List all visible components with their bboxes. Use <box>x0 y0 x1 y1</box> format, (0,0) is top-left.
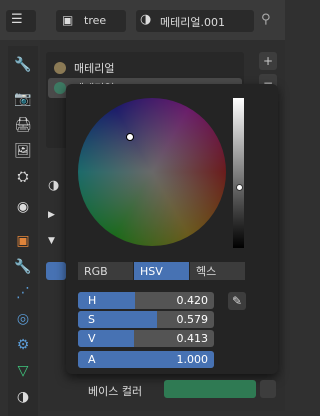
list-item[interactable]: 매테리얼 <box>48 58 242 78</box>
scene-tab-icon[interactable]: ⛭ <box>14 168 32 186</box>
eyedropper-button[interactable]: ✎ <box>228 292 246 310</box>
alpha-field[interactable]: A 1.000 <box>78 351 214 368</box>
properties-header: ☰ ▣ tree ◑ 메테리얼.001 ⚲ <box>0 0 285 40</box>
slot-label: 매테리얼 <box>74 62 115 75</box>
view-layer-tab-icon[interactable]: 🖼 <box>14 142 32 160</box>
eyedropper-icon: ✎ <box>231 294 243 308</box>
material-name: 메테리얼.001 <box>160 16 225 29</box>
link-socket-button[interactable] <box>260 380 276 398</box>
color-mode-tabs: RGB HSV 헥스 <box>78 262 246 280</box>
output-tab-icon[interactable]: 🖨 <box>14 116 32 134</box>
alpha-value: 1.000 <box>176 353 209 366</box>
collapse-arrow-icon[interactable]: ▼ <box>48 236 55 246</box>
material-ball-icon <box>54 82 66 94</box>
expand-arrow-icon[interactable]: ▶ <box>48 210 55 220</box>
saturation-value: 0.579 <box>176 313 209 326</box>
tab-hex[interactable]: 헥스 <box>190 262 246 280</box>
object-icon: ▣ <box>62 13 74 27</box>
value-label: V <box>88 332 96 345</box>
value-fill <box>78 330 135 347</box>
properties-tab-bar: 🔧 📷 🖨 🖼 ⛭ ◉ ▣ 🔧 ⋰ ◎ ⚙ ▽ ◑ <box>8 46 38 416</box>
preview-toggle-button[interactable] <box>46 262 66 280</box>
tab-rgb[interactable]: RGB <box>78 262 134 280</box>
hue-value: 0.420 <box>176 294 209 307</box>
value-slider-handle[interactable] <box>236 184 243 191</box>
add-slot-button[interactable]: + <box>259 52 277 70</box>
material-ball-icon <box>54 62 66 74</box>
editor-type-icon: ☰ <box>11 12 23 27</box>
constraints-tab-icon[interactable]: ⚙ <box>14 336 32 354</box>
alpha-label: A <box>88 353 96 366</box>
tool-tab-icon[interactable]: 🔧 <box>14 56 32 74</box>
material-tab-icon[interactable]: ◑ <box>14 388 32 406</box>
particles-tab-icon[interactable]: ⋰ <box>14 284 32 302</box>
physics-tab-icon[interactable]: ◎ <box>14 310 32 328</box>
base-color-label: 베이스 컬러 <box>88 385 143 398</box>
editor-type-dropdown[interactable]: ☰ <box>6 10 36 32</box>
color-wheel[interactable] <box>78 98 226 246</box>
value-slider[interactable] <box>233 98 244 248</box>
wheel-cursor[interactable] <box>126 133 134 141</box>
hue-label: H <box>88 294 97 307</box>
value-value: 0.413 <box>176 332 209 345</box>
material-icon: ◑ <box>48 178 60 193</box>
value-field[interactable]: V 0.413 <box>78 330 214 347</box>
world-tab-icon[interactable]: ◉ <box>14 198 32 216</box>
hue-fill <box>78 292 136 309</box>
saturation-label: S <box>88 313 95 326</box>
data-tab-icon[interactable]: ▽ <box>14 362 32 380</box>
base-color-swatch[interactable] <box>164 380 256 398</box>
saturation-field[interactable]: S 0.579 <box>78 311 214 328</box>
object-name-field[interactable]: ▣ tree <box>56 10 126 32</box>
tab-hsv[interactable]: HSV <box>134 262 190 280</box>
material-name-field[interactable]: ◑ 메테리얼.001 <box>136 10 254 32</box>
pin-icon[interactable]: ⚲ <box>261 12 271 27</box>
hue-field[interactable]: H 0.420 <box>78 292 214 309</box>
modifier-tab-icon[interactable]: 🔧 <box>14 258 32 276</box>
object-tab-icon[interactable]: ▣ <box>14 232 32 250</box>
render-tab-icon[interactable]: 📷 <box>14 90 32 108</box>
object-name: tree <box>84 14 107 27</box>
material-icon: ◑ <box>140 12 152 27</box>
